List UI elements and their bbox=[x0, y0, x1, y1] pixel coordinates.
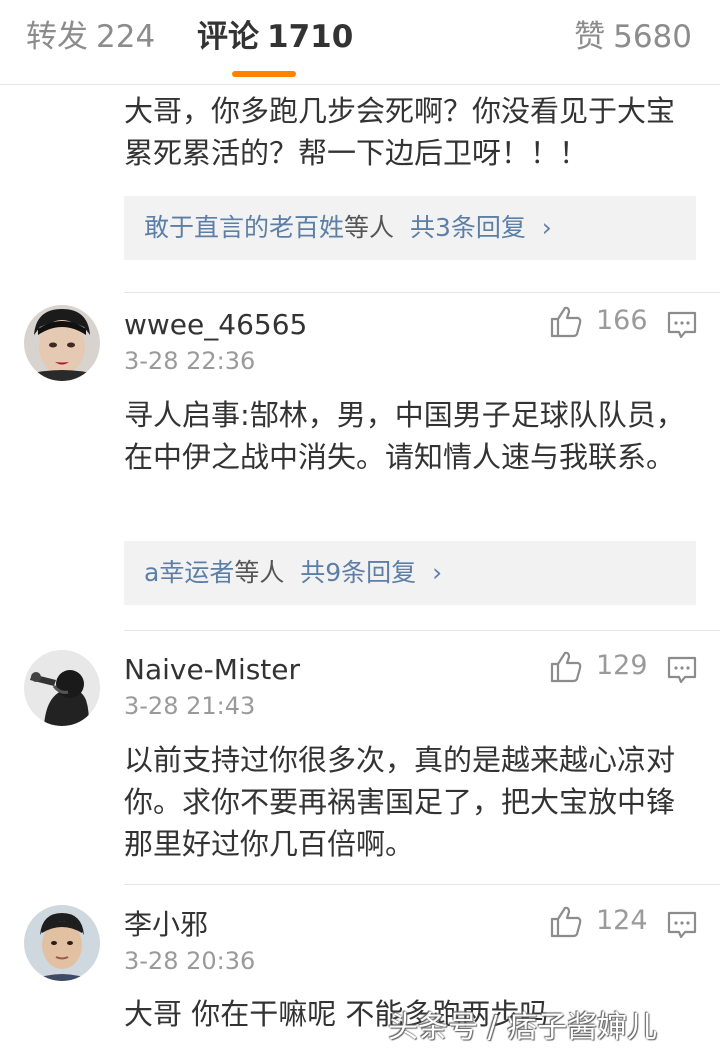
reply-suffix: 等人 bbox=[234, 558, 285, 587]
tab-comment[interactable]: 评论 1710 bbox=[197, 14, 353, 60]
reply-suffix: 等人 bbox=[344, 213, 395, 242]
comment-item: 大哥，你多跑几步会死啊？你没看见于大宝累死累活的？帮一下边后卫呀！！！ 敢于直言… bbox=[0, 84, 720, 293]
reply-count[interactable]: 共3条回复 bbox=[410, 213, 526, 242]
chevron-right-icon: › bbox=[432, 558, 443, 587]
reply-summary-text: 敢于直言的老百姓等人 共3条回复 › bbox=[144, 210, 552, 246]
comment-bubble-icon[interactable] bbox=[666, 309, 698, 341]
reply-summary-text: a幸运者等人 共9条回复 › bbox=[144, 555, 442, 591]
comment-item: Naive-Mister 3-28 21:43 129 以前支持过你很多次，真的… bbox=[0, 638, 720, 885]
comment-time: 3-28 21:43 bbox=[124, 692, 256, 720]
comment-text: 大哥，你多跑几步会死啊？你没看见于大宝累死累活的？帮一下边后卫呀！！！ bbox=[124, 94, 676, 170]
tab-forward-count: 224 bbox=[96, 19, 156, 55]
watermark: 头条号 / 痞子酱婶儿 bbox=[388, 1010, 658, 1045]
comment-bubble-icon[interactable] bbox=[666, 909, 698, 941]
tab-forward-label: 转发 bbox=[26, 19, 88, 55]
comment-text: 以前支持过你很多次，真的是越来越心凉对你。求你不要再祸害国足了，把大宝放中锋那里… bbox=[124, 743, 676, 861]
avatar-image bbox=[24, 905, 100, 981]
chevron-right-icon: › bbox=[541, 213, 552, 242]
username[interactable]: Naive-Mister bbox=[124, 652, 300, 688]
active-tab-indicator bbox=[232, 71, 296, 77]
thumbs-up-icon bbox=[550, 306, 582, 338]
reply-names[interactable]: 敢于直言的老百姓 bbox=[144, 213, 344, 242]
tab-like-count: 5680 bbox=[613, 19, 692, 55]
comment-time: 3-28 22:36 bbox=[124, 347, 256, 375]
comment-divider bbox=[124, 630, 720, 631]
like-count: 166 bbox=[596, 305, 648, 336]
like-count: 124 bbox=[596, 905, 648, 936]
tab-like[interactable]: 赞 5680 bbox=[574, 14, 692, 60]
like-count: 129 bbox=[596, 650, 648, 681]
reply-count[interactable]: 共9条回复 bbox=[300, 558, 416, 587]
username[interactable]: 李小邪 bbox=[124, 907, 208, 943]
reply-summary[interactable]: 敢于直言的老百姓等人 共3条回复 › bbox=[124, 196, 696, 260]
thumbs-up-icon bbox=[550, 651, 582, 683]
comment-item: wwee_46565 3-28 22:36 166 寻人启事:郜林，男，中国男子… bbox=[0, 293, 720, 633]
reply-summary[interactable]: a幸运者等人 共9条回复 › bbox=[124, 541, 696, 605]
tab-bar: 转发 224 评论 1710 赞 5680 bbox=[0, 0, 720, 85]
tab-comment-count: 1710 bbox=[267, 19, 354, 55]
username[interactable]: wwee_46565 bbox=[124, 307, 307, 343]
avatar[interactable] bbox=[24, 305, 100, 381]
reply-names[interactable]: a幸运者 bbox=[144, 558, 234, 587]
avatar[interactable] bbox=[24, 905, 100, 981]
avatar-image bbox=[24, 305, 100, 381]
tab-comment-label: 评论 bbox=[197, 19, 259, 55]
comment-text: 寻人启事:郜林，男，中国男子足球队队员，在中伊之战中消失。请知情人速与我联系。 bbox=[124, 398, 685, 474]
tab-like-label: 赞 bbox=[574, 19, 606, 55]
tab-forward[interactable]: 转发 224 bbox=[26, 14, 155, 60]
comment-time: 3-28 20:36 bbox=[124, 947, 256, 975]
comment-divider bbox=[124, 884, 720, 885]
comment-bubble-icon[interactable] bbox=[666, 654, 698, 686]
avatar-image bbox=[24, 650, 100, 726]
thumbs-up-icon bbox=[550, 906, 582, 938]
avatar[interactable] bbox=[24, 650, 100, 726]
